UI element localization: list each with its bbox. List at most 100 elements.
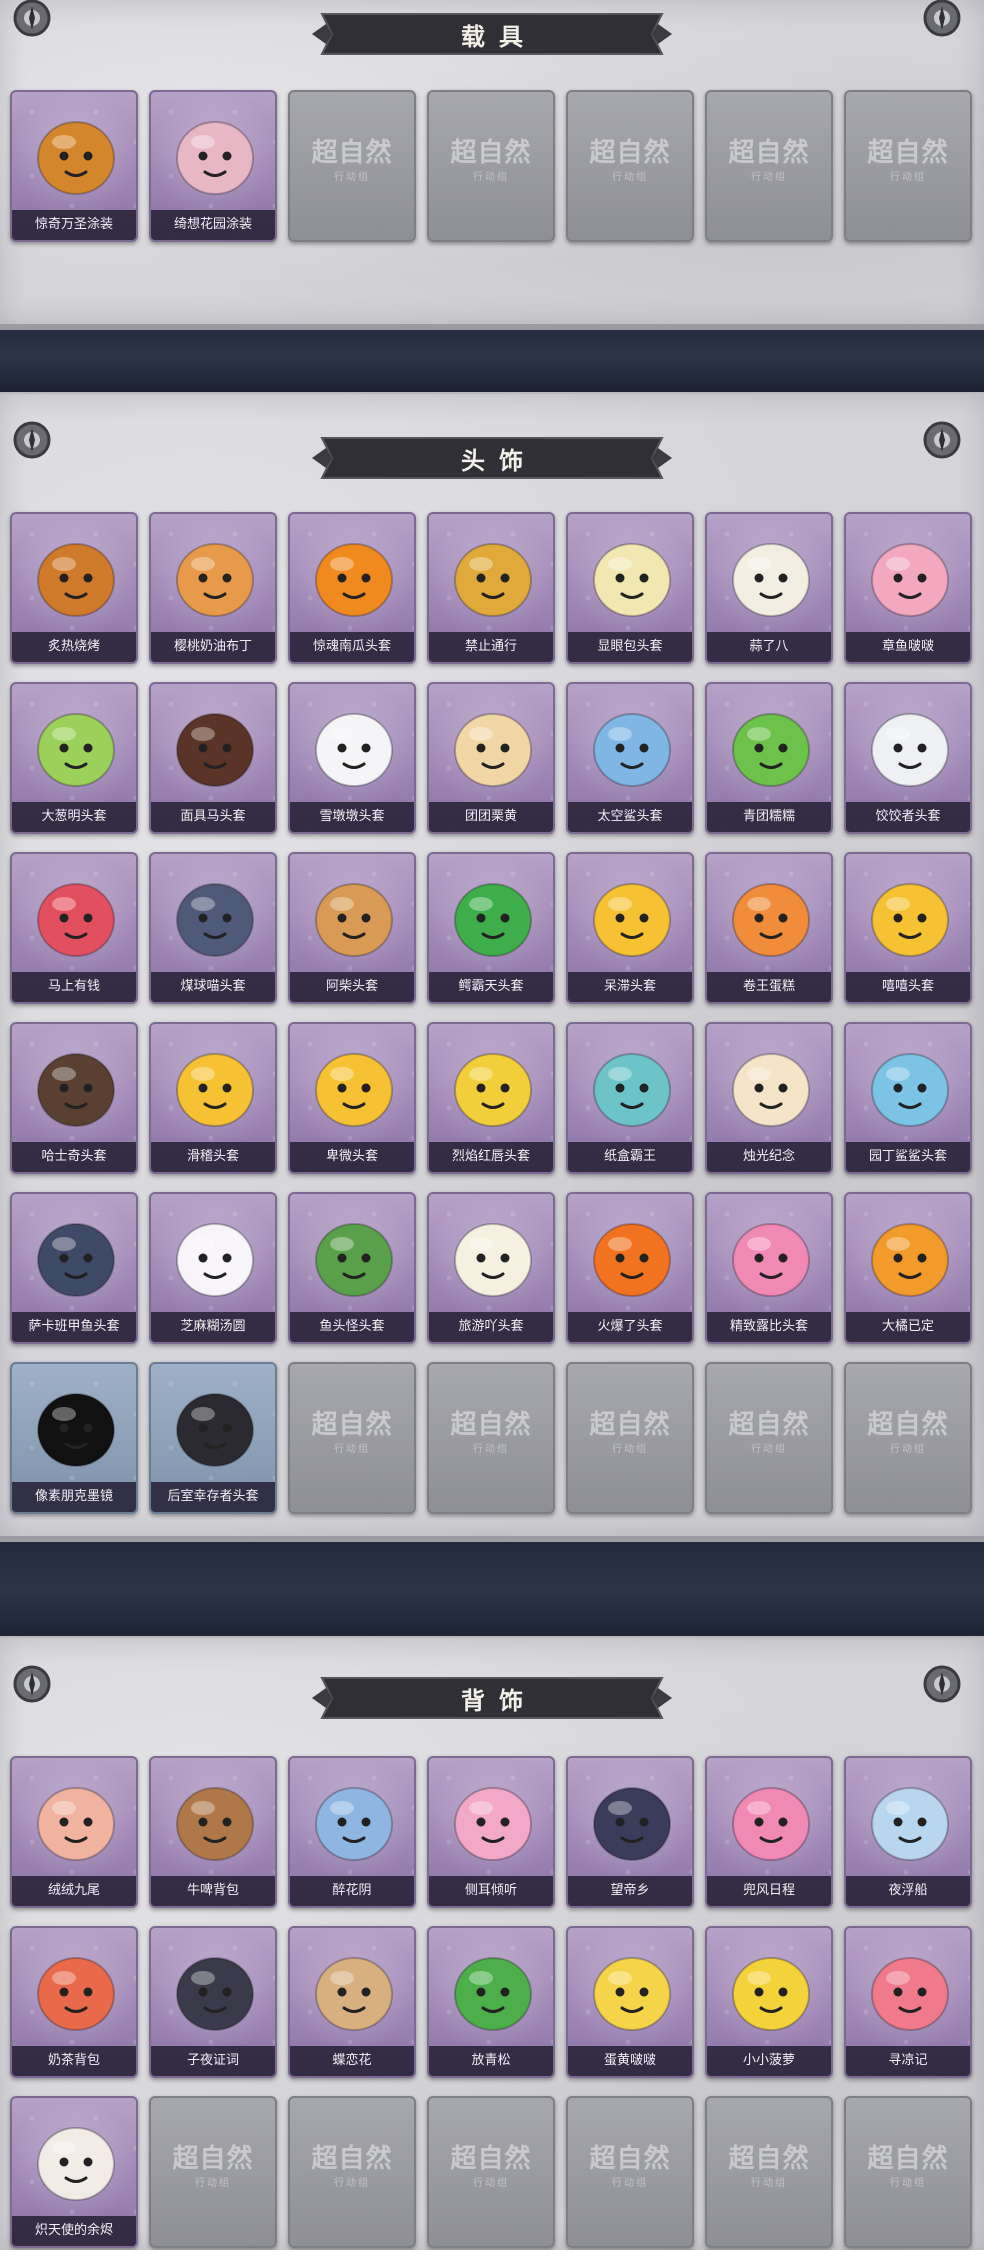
item-card[interactable]: 煤球喵头套 [149, 852, 277, 1004]
item-card[interactable]: 像素朋克墨镜 [10, 1362, 138, 1514]
item-card[interactable]: 鱼头怪头套 [288, 1192, 416, 1344]
empty-slot: 超自然 行动组 [705, 2096, 833, 2248]
husky-icon [26, 1036, 126, 1136]
pixel-glasses-icon [26, 1376, 126, 1476]
item-card[interactable]: 章鱼啵啵 [844, 512, 972, 664]
item-card[interactable]: 园丁鲨鲨头套 [844, 1022, 972, 1174]
item-card[interactable]: 卷王蛋糕 [705, 852, 833, 1004]
item-card[interactable]: 雪墩墩头套 [288, 682, 416, 834]
watermark-sub: 行动组 [473, 1444, 509, 1455]
horse-icon [26, 866, 126, 966]
section-banner: 背饰 [312, 1670, 672, 1726]
item-card[interactable]: 哈士奇头套 [10, 1022, 138, 1174]
item-card[interactable]: 绮想花园涂装 [149, 90, 277, 242]
item-card[interactable]: 精致露比头套 [705, 1192, 833, 1344]
watermark: 超自然 [589, 2144, 671, 2174]
space-shark-icon [582, 696, 682, 796]
flower-wreath-icon [304, 1770, 404, 1870]
item-card[interactable]: 惊魂南瓜头套 [288, 512, 416, 664]
item-card[interactable]: 小小菠萝 [705, 1926, 833, 2078]
bell-icon [304, 1940, 404, 2040]
watermark-sub: 行动组 [612, 2178, 648, 2189]
item-card[interactable]: 青团糯糯 [705, 682, 833, 834]
item-card[interactable]: 呆滞头套 [566, 852, 694, 1004]
item-card[interactable]: 滑稽头套 [149, 1022, 277, 1174]
shiba-icon [304, 866, 404, 966]
item-card[interactable]: 纸盒霸王 [566, 1022, 694, 1174]
item-card[interactable]: 萨卡班甲鱼头套 [10, 1192, 138, 1344]
item-label: 青团糯糯 [707, 802, 831, 832]
cake-roll-icon [721, 866, 821, 966]
item-card[interactable]: 鳄霸天头套 [427, 852, 555, 1004]
item-label: 饺饺者头套 [846, 802, 970, 832]
item-card[interactable]: 阿柴头套 [288, 852, 416, 1004]
vehicles-grid: 惊奇万圣涂装 绮想花园涂装 超自然 行动组 超自然 行动组 超自然 行动组 超自然 行动组 超自然行… [10, 90, 974, 242]
item-card[interactable]: 烛光纪念 [705, 1022, 833, 1174]
item-label: 烛光纪念 [707, 1142, 831, 1172]
item-label: 蛋黄啵啵 [568, 2046, 692, 2076]
item-card[interactable]: 马上有钱 [10, 852, 138, 1004]
item-label: 寻凉记 [846, 2046, 970, 2076]
shark-icon [860, 1036, 960, 1136]
item-label: 旅游吖头套 [429, 1312, 553, 1342]
orange-icon [860, 1206, 960, 1306]
item-card[interactable]: 寻凉记 [844, 1926, 972, 2078]
loopy-cap-icon [721, 1770, 821, 1870]
item-label: 鱼头怪头套 [290, 1312, 414, 1342]
watermark: 超自然 [867, 1410, 949, 1440]
item-card[interactable]: 侧耳倾听 [427, 1756, 555, 1908]
toast-icon [26, 526, 126, 626]
item-card[interactable]: 蛋黄啵啵 [566, 1926, 694, 2078]
item-label: 阿柴头套 [290, 972, 414, 1002]
item-card[interactable]: 醉花阴 [288, 1756, 416, 1908]
item-card[interactable]: 樱桃奶油布丁 [149, 512, 277, 664]
item-card[interactable]: 炙热烧烤 [10, 512, 138, 664]
empty-slot: 超自然 行动组 [705, 1362, 833, 1514]
item-card[interactable]: 子夜证词 [149, 1926, 277, 2078]
item-card[interactable]: 奶茶背包 [10, 1926, 138, 2078]
item-card[interactable]: 火爆了头套 [566, 1192, 694, 1344]
item-card[interactable]: 后室幸存者头套 [149, 1362, 277, 1514]
empty-slot: 超自然 行动组 [705, 90, 833, 242]
item-card[interactable]: 蝶恋花 [288, 1926, 416, 2078]
item-card[interactable]: 旅游吖头套 [427, 1192, 555, 1344]
watermark: 超自然 [728, 2144, 810, 2174]
item-card[interactable]: 太空鲨头套 [566, 682, 694, 834]
item-card[interactable]: 蒜了八 [705, 512, 833, 664]
watermark: 超自然 [450, 2144, 532, 2174]
item-card[interactable]: 兜风日程 [705, 1756, 833, 1908]
item-label: 绒绒九尾 [12, 1876, 136, 1906]
item-card[interactable]: 烈焰红唇头套 [427, 1022, 555, 1174]
item-card[interactable]: 团团栗黄 [427, 682, 555, 834]
item-card[interactable]: 牛啤背包 [149, 1756, 277, 1908]
item-label: 牛啤背包 [151, 1876, 275, 1906]
section-title: 背饰 [461, 1686, 537, 1715]
item-card[interactable]: 显眼包头套 [566, 512, 694, 664]
item-card[interactable]: 芝麻糊汤圆 [149, 1192, 277, 1344]
item-card[interactable]: 大橘已定 [844, 1192, 972, 1344]
item-label: 子夜证词 [151, 2046, 275, 2076]
emblem-icon [10, 418, 54, 462]
item-card[interactable]: 禁止通行 [427, 512, 555, 664]
item-card[interactable]: 嘻嘻头套 [844, 852, 972, 1004]
item-card[interactable]: 绒绒九尾 [10, 1756, 138, 1908]
item-card[interactable]: 面具马头套 [149, 682, 277, 834]
angel-icon [26, 2110, 126, 2210]
item-card[interactable]: 大葱明头套 [10, 682, 138, 834]
pink-bear-icon [860, 1940, 960, 2040]
duck-hat-icon [443, 1206, 543, 1306]
barrel-icon [165, 1770, 265, 1870]
item-card[interactable]: 夜浮船 [844, 1756, 972, 1908]
item-card[interactable]: 望帝乡 [566, 1756, 694, 1908]
item-label: 小小菠萝 [707, 2046, 831, 2076]
item-card[interactable]: 放青松 [427, 1926, 555, 2078]
item-label: 团团栗黄 [429, 802, 553, 832]
empty-slot: 超自然 行动组 [844, 1362, 972, 1514]
item-card[interactable]: 卑微头套 [288, 1022, 416, 1174]
watermark-sub: 行动组 [473, 172, 509, 183]
item-card[interactable]: 饺饺者头套 [844, 682, 972, 834]
item-card[interactable]: 惊奇万圣涂装 [10, 90, 138, 242]
emblem-icon [10, 0, 54, 40]
item-card[interactable]: 炽天使的余烬 [10, 2096, 138, 2248]
humble-face-icon [304, 1036, 404, 1136]
